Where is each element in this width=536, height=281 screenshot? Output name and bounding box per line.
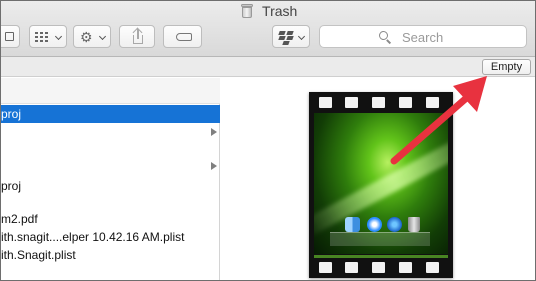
finder-icon bbox=[345, 217, 360, 232]
list-item[interactable]: proj bbox=[1, 105, 220, 123]
list-item[interactable] bbox=[1, 157, 220, 175]
list-item[interactable]: ith.snagit....elper 10.42.16 AM.plist bbox=[1, 228, 220, 246]
gear-icon: ⚙ bbox=[80, 29, 93, 45]
galaxy-wallpaper-image bbox=[314, 113, 448, 254]
list-item[interactable]: proj bbox=[1, 177, 220, 195]
disclosure-arrow-icon[interactable] bbox=[211, 128, 217, 136]
view-mode-button[interactable] bbox=[1, 25, 20, 48]
dropbox-button[interactable] bbox=[272, 25, 310, 48]
list-item[interactable]: ith.Snagit.plist bbox=[1, 246, 220, 264]
list-header bbox=[1, 78, 220, 104]
chevron-down-icon bbox=[54, 32, 63, 41]
list-item-label: ith.snagit....elper 10.42.16 AM.plist bbox=[1, 230, 185, 244]
tag-button[interactable] bbox=[163, 25, 202, 48]
search-field[interactable] bbox=[319, 25, 527, 48]
list-item-label: m2.pdf bbox=[1, 212, 38, 226]
search-input[interactable] bbox=[402, 28, 512, 46]
finder-window: Trash ⚙ Search Empty proj proj m2.pdf it… bbox=[0, 0, 536, 281]
safari-icon bbox=[367, 217, 382, 232]
arrange-button[interactable] bbox=[29, 25, 67, 48]
search-icon bbox=[379, 31, 392, 44]
preview-pane bbox=[221, 78, 535, 280]
column-view-icon bbox=[5, 32, 14, 41]
empty-trash-button[interactable]: Empty bbox=[482, 59, 531, 75]
trash-bar: Empty bbox=[1, 57, 535, 77]
list-item-label: proj bbox=[1, 107, 22, 121]
chevron-down-icon bbox=[98, 32, 107, 41]
list-item[interactable] bbox=[1, 123, 220, 141]
trash-icon bbox=[240, 4, 253, 18]
list-item-label: proj bbox=[1, 179, 22, 193]
share-button[interactable] bbox=[119, 25, 155, 48]
grid-icon bbox=[35, 32, 49, 42]
itunes-icon bbox=[387, 217, 402, 232]
trash-icon bbox=[408, 217, 420, 232]
disclosure-arrow-icon[interactable] bbox=[211, 162, 217, 170]
file-list: proj proj m2.pdf ith.snagit....elper 10.… bbox=[1, 78, 220, 280]
movie-thumbnail[interactable] bbox=[309, 92, 453, 278]
window-title-text: Trash bbox=[262, 3, 298, 19]
dock bbox=[330, 232, 430, 246]
action-button[interactable]: ⚙ bbox=[73, 25, 111, 48]
toolbar: Trash ⚙ bbox=[1, 1, 535, 57]
chevron-down-icon bbox=[297, 32, 306, 41]
list-item[interactable]: m2.pdf bbox=[1, 210, 220, 228]
dropbox-icon bbox=[278, 30, 294, 45]
tag-icon bbox=[176, 33, 192, 41]
list-item-label: ith.Snagit.plist bbox=[1, 248, 76, 262]
window-title: Trash bbox=[1, 3, 535, 21]
